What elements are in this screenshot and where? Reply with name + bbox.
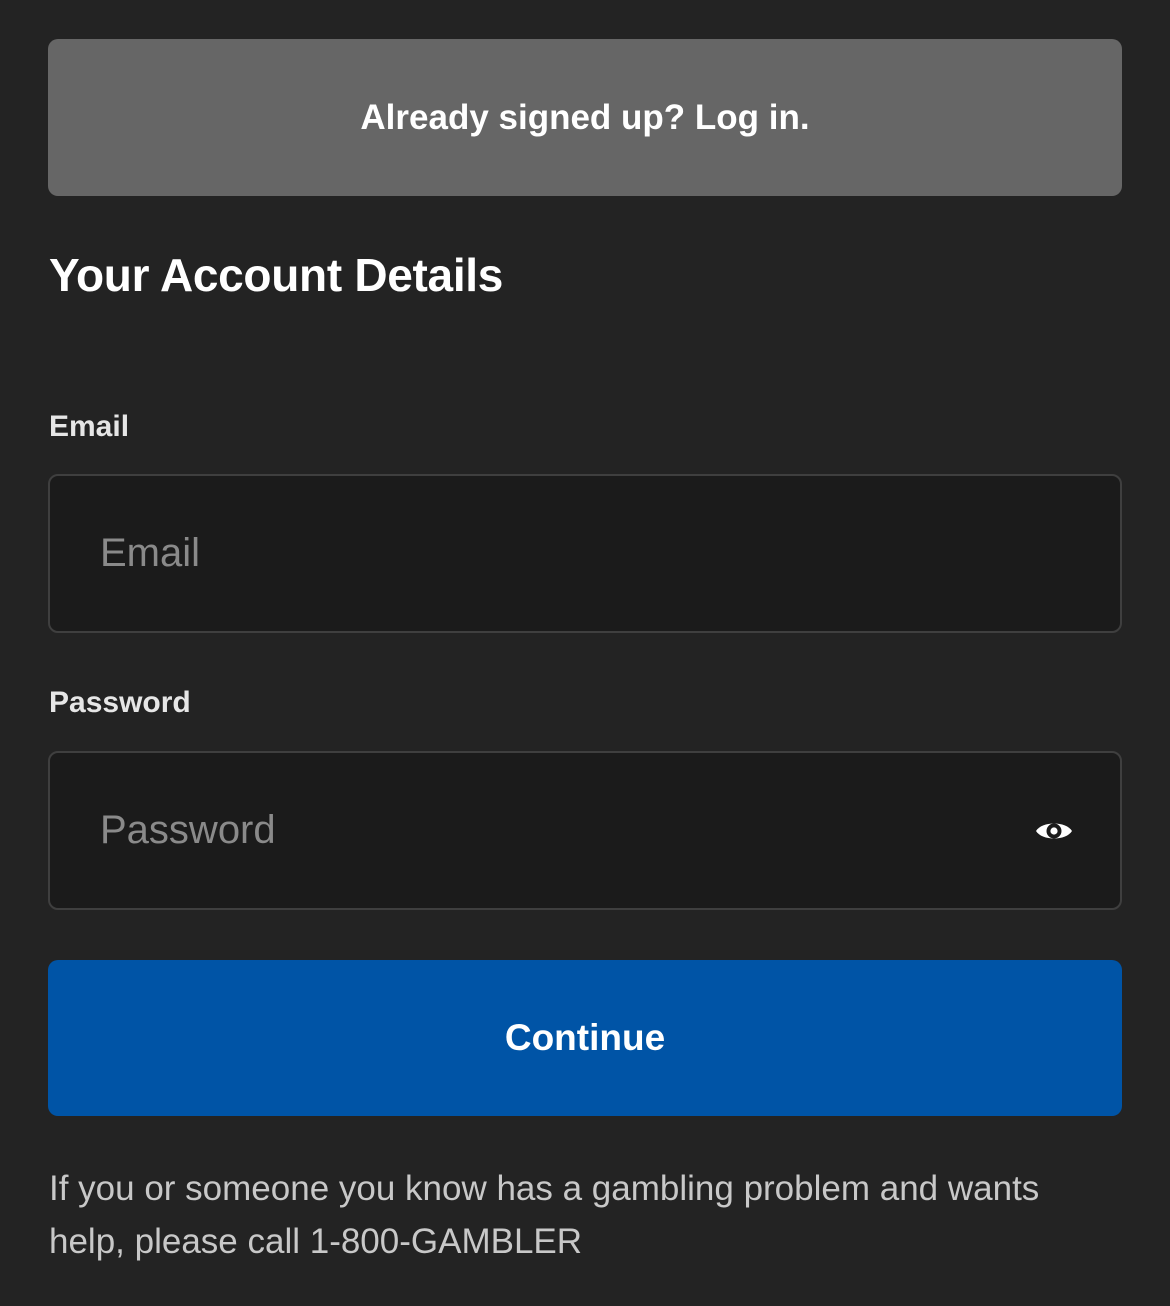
email-label: Email: [49, 410, 130, 443]
email-field[interactable]: [100, 476, 1000, 631]
eye-icon[interactable]: [1032, 809, 1076, 853]
email-field-container: [48, 474, 1122, 633]
page-title: Your Account Details: [49, 249, 504, 301]
password-field-container: [48, 751, 1122, 910]
gambling-disclaimer: If you or someone you know has a gamblin…: [49, 1169, 1040, 1261]
continue-button[interactable]: Continue: [48, 960, 1122, 1116]
login-link-button[interactable]: Already signed up? Log in.: [48, 39, 1122, 196]
password-label: Password: [49, 686, 191, 719]
password-field[interactable]: [100, 753, 1000, 908]
